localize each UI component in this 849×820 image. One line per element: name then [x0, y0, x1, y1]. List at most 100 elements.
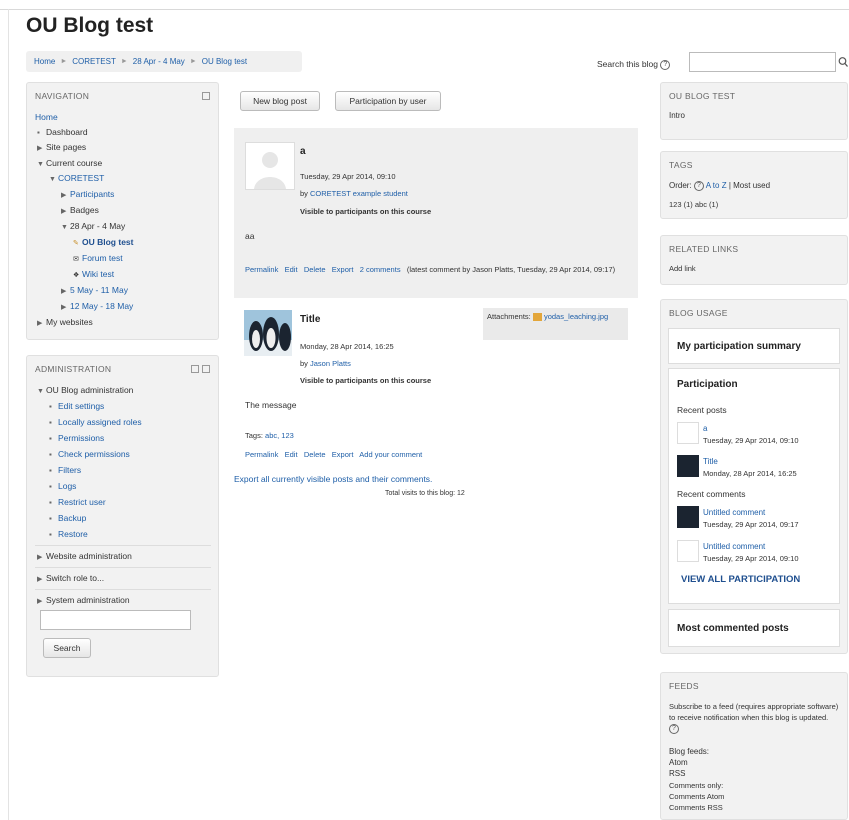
export-link[interactable]: Export — [332, 450, 354, 459]
add-comment-link[interactable]: Add your comment — [359, 450, 422, 459]
most-commented-heading[interactable]: Most commented posts — [677, 623, 789, 634]
comments-rss-link[interactable]: Comments RSS — [669, 803, 723, 812]
rss-feed-link[interactable]: RSS — [669, 769, 685, 778]
dock-icon[interactable] — [191, 365, 199, 373]
export-link[interactable]: Export — [332, 265, 354, 274]
collapse-icon[interactable]: ▼ — [37, 388, 46, 395]
post-date: Tuesday, 29 Apr 2014, 09:10 — [300, 172, 396, 181]
admin-item[interactable]: Restore — [58, 529, 88, 539]
expand-icon[interactable]: ▶ — [61, 207, 70, 215]
blog-usage-title: BLOG USAGE — [669, 308, 728, 318]
help-icon[interactable]: ? — [660, 59, 671, 70]
participation-by-user-button[interactable]: Participation by user — [335, 91, 441, 111]
most-commented-card[interactable]: Most commented posts — [668, 609, 840, 647]
collapse-icon[interactable]: ▼ — [37, 161, 46, 168]
nav-week1[interactable]: 28 Apr - 4 May — [70, 221, 125, 231]
search-input[interactable] — [689, 52, 836, 72]
new-blog-post-button[interactable]: New blog post — [240, 91, 320, 111]
post-author[interactable]: Jason Platts — [310, 359, 351, 368]
export-all-link[interactable]: Export all currently visible posts and t… — [234, 474, 432, 484]
help-icon[interactable]: ? — [669, 724, 679, 735]
nav-home[interactable]: Home — [35, 112, 58, 122]
breadcrumb-week[interactable]: 28 Apr - 4 May — [133, 57, 185, 66]
expand-icon[interactable]: ▶ — [37, 575, 46, 583]
recent-comment-date: Tuesday, 29 Apr 2014, 09:17 — [703, 520, 799, 529]
admin-item[interactable]: Locally assigned roles — [58, 417, 142, 427]
expand-icon[interactable]: ▶ — [37, 553, 46, 561]
collapse-icon[interactable]: ▼ — [61, 224, 70, 231]
post-tag-links[interactable]: abc, 123 — [265, 431, 294, 440]
permalink-link[interactable]: Permalink — [245, 450, 278, 459]
admin-search-button[interactable]: Search — [43, 638, 91, 658]
view-all-participation-link[interactable]: VIEW ALL PARTICIPATION — [681, 574, 800, 585]
post-author-line: by Jason Platts — [300, 359, 351, 368]
comments-atom-link[interactable]: Comments Atom — [669, 792, 724, 801]
expand-icon[interactable]: ▶ — [37, 319, 46, 327]
participation-card: Participation Recent posts a Tuesday, 29… — [668, 368, 840, 604]
admin-item[interactable]: Backup — [58, 513, 86, 523]
nav-badges[interactable]: Badges — [70, 205, 99, 215]
admin-switch-role[interactable]: Switch role to... — [46, 573, 104, 583]
nav-forum-test[interactable]: Forum test — [82, 253, 123, 263]
collapse-icon[interactable]: ▼ — [49, 176, 58, 183]
admin-search-input[interactable] — [40, 610, 191, 630]
dock-icon[interactable] — [202, 92, 210, 100]
nav-wiki-test[interactable]: Wiki test — [82, 269, 114, 279]
nav-coretest[interactable]: CORETEST — [58, 173, 104, 183]
penguins-avatar-icon — [244, 310, 292, 356]
help-icon[interactable]: ? — [693, 181, 704, 191]
recent-comment-link[interactable]: Untitled comment — [703, 508, 765, 517]
expand-icon[interactable]: ▶ — [37, 597, 46, 605]
order-most-used[interactable]: Most used — [733, 181, 770, 190]
admin-system[interactable]: System administration — [46, 595, 130, 605]
edit-link[interactable]: Edit — [285, 265, 298, 274]
breadcrumb-course[interactable]: CORETEST — [72, 57, 116, 66]
delete-link[interactable]: Delete — [304, 450, 326, 459]
comments-link[interactable]: 2 comments — [360, 265, 401, 274]
nav-participants[interactable]: Participants — [70, 189, 114, 199]
admin-website[interactable]: Website administration — [46, 551, 132, 561]
admin-item[interactable]: Check permissions — [58, 449, 130, 459]
delete-link[interactable]: Delete — [304, 265, 326, 274]
nav-week3[interactable]: 12 May - 18 May — [70, 301, 133, 311]
nav-ou-blog-test[interactable]: OU Blog test — [82, 237, 133, 247]
recent-post-link[interactable]: Title — [703, 457, 718, 466]
expand-icon[interactable]: ▶ — [37, 144, 46, 152]
admin-item[interactable]: Logs — [58, 481, 76, 491]
breadcrumb-blog[interactable]: OU Blog test — [202, 57, 247, 66]
nav-dashboard[interactable]: Dashboard — [46, 127, 88, 137]
recent-comment-link[interactable]: Untitled comment — [703, 542, 765, 551]
admin-item[interactable]: Restrict user — [58, 497, 106, 507]
expand-icon[interactable]: ▶ — [61, 191, 70, 199]
nav-current-course[interactable]: Current course — [46, 158, 102, 168]
expand-icon[interactable]: ▶ — [61, 287, 70, 295]
breadcrumb-home[interactable]: Home — [34, 57, 55, 66]
admin-ou-blog[interactable]: OU Blog administration — [46, 385, 133, 395]
admin-item[interactable]: Edit settings — [58, 401, 104, 411]
attachment-link[interactable]: yodas_leaching.jpg — [544, 312, 608, 321]
tag-cloud[interactable]: 123 (1) abc (1) — [669, 200, 718, 209]
search-icon[interactable] — [838, 56, 848, 68]
add-link[interactable]: Add link — [669, 264, 696, 273]
participation-summary-heading[interactable]: My participation summary — [677, 341, 801, 352]
admin-item[interactable]: Permissions — [58, 433, 104, 443]
nav-week2[interactable]: 5 May - 11 May — [70, 285, 128, 295]
post-title[interactable]: Title — [300, 314, 320, 325]
nav-my-websites[interactable]: My websites — [46, 317, 93, 327]
move-icon[interactable] — [202, 365, 210, 373]
admin-item[interactable]: Filters — [58, 465, 81, 475]
tags-block: TAGS Order: ? A to Z | Most used 123 (1)… — [660, 151, 848, 219]
atom-feed-link[interactable]: Atom — [669, 758, 688, 767]
post-author[interactable]: CORETEST example student — [310, 189, 408, 198]
order-a-to-z[interactable]: A to Z — [706, 181, 727, 190]
by-label: by — [300, 189, 308, 198]
post-author-line: by CORETEST example student — [300, 189, 408, 198]
recent-post-link[interactable]: a — [703, 424, 707, 433]
permalink-link[interactable]: Permalink — [245, 265, 278, 274]
participation-summary-card[interactable]: My participation summary — [668, 328, 840, 364]
forum-icon: ✉ — [73, 256, 79, 263]
expand-icon[interactable]: ▶ — [61, 303, 70, 311]
post-title[interactable]: a — [300, 146, 306, 157]
edit-link[interactable]: Edit — [285, 450, 298, 459]
nav-site-pages[interactable]: Site pages — [46, 142, 86, 152]
